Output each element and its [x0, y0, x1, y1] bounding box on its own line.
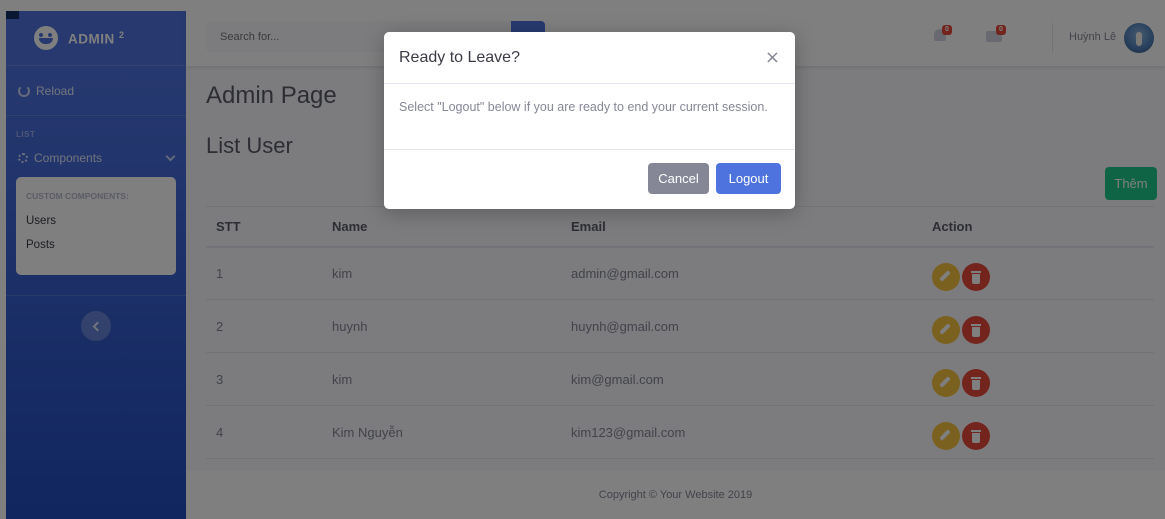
modal-body: Select "Logout" below if you are ready t…: [384, 84, 795, 150]
modal-header: Ready to Leave? ×: [384, 32, 795, 84]
close-icon[interactable]: ×: [765, 48, 780, 67]
logout-modal: Ready to Leave? × Select "Logout" below …: [384, 32, 795, 209]
logout-button[interactable]: Logout: [716, 163, 781, 194]
modal-title: Ready to Leave?: [399, 48, 520, 66]
corner-mark: [6, 11, 19, 19]
modal-footer: Cancel Logout: [384, 150, 795, 194]
cancel-button[interactable]: Cancel: [648, 163, 709, 194]
